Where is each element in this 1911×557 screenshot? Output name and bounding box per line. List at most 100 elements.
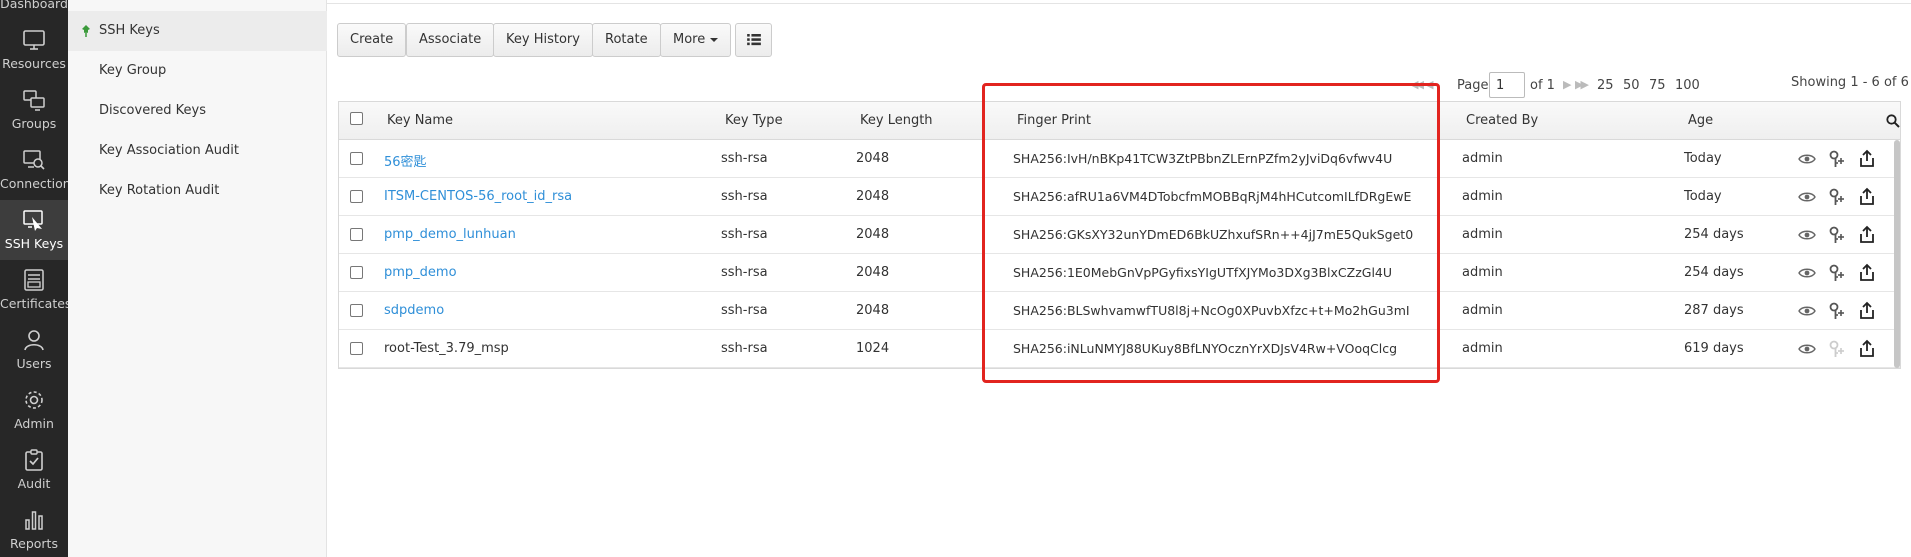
page-number-input[interactable]: [1489, 72, 1525, 98]
key-name-cell[interactable]: sdpdemo: [384, 303, 444, 318]
subnav-label: Discovered Keys: [99, 103, 206, 118]
key-length-cell: 2048: [856, 303, 890, 318]
rotate-button[interactable]: Rotate: [592, 23, 661, 57]
list-icon: [747, 34, 761, 46]
export-icon[interactable]: [1857, 149, 1877, 169]
key-history-button[interactable]: Key History: [493, 23, 593, 57]
view-icon[interactable]: [1797, 339, 1817, 359]
page-of-label: of 1: [1530, 78, 1555, 93]
table-scrollbar[interactable]: [1894, 140, 1900, 368]
key-name-cell[interactable]: pmp_demo_lunhuan: [384, 227, 516, 242]
pin-icon: [82, 25, 90, 37]
associate-key-icon[interactable]: [1827, 149, 1847, 169]
certificate-icon: [24, 269, 44, 291]
associate-key-icon[interactable]: [1827, 187, 1847, 207]
caret-down-icon: [710, 37, 719, 42]
created-by-cell: admin: [1462, 151, 1503, 166]
page-label: Page: [1457, 78, 1489, 93]
nav-item-reports[interactable]: Reports: [0, 500, 68, 557]
connection-icon: [23, 150, 45, 170]
last-page-icon[interactable]: ▶▶: [1575, 78, 1589, 91]
subnav-item-key-group[interactable]: Key Group: [68, 51, 327, 91]
groups-icon: [23, 90, 45, 111]
nav-item-certificates[interactable]: Certificates: [0, 260, 72, 320]
col-key-name[interactable]: Key Name: [387, 113, 453, 128]
next-page-icon[interactable]: ▶: [1563, 78, 1572, 91]
key-type-cell: ssh-rsa: [721, 265, 768, 280]
key-length-cell: 2048: [856, 151, 890, 166]
nav-label: Admin: [14, 416, 54, 431]
associate-key-icon[interactable]: [1827, 339, 1847, 359]
key-name-cell: root-Test_3.79_msp: [384, 341, 509, 356]
nav-item-ssh-keys[interactable]: SSH Keys: [0, 200, 68, 260]
view-icon[interactable]: [1797, 301, 1817, 321]
row-checkbox[interactable]: [350, 152, 363, 165]
col-key-type[interactable]: Key Type: [725, 113, 783, 128]
nav-item-groups[interactable]: Groups: [0, 80, 68, 140]
associate-key-icon[interactable]: [1827, 263, 1847, 283]
row-checkbox[interactable]: [350, 304, 363, 317]
export-icon[interactable]: [1857, 339, 1877, 359]
key-type-cell: ssh-rsa: [721, 341, 768, 356]
key-name-cell[interactable]: ITSM-CENTOS-56_root_id_rsa: [384, 189, 572, 204]
subnav-label: Key Group: [99, 63, 167, 78]
create-button[interactable]: Create: [337, 23, 407, 57]
subnav-item-key-association-audit[interactable]: Key Association Audit: [68, 131, 327, 171]
row-checkbox[interactable]: [350, 228, 363, 241]
associate-key-icon[interactable]: [1827, 301, 1847, 321]
select-all-checkbox[interactable]: [350, 112, 363, 125]
nav-label: Users: [16, 356, 52, 371]
row-checkbox[interactable]: [350, 190, 363, 203]
age-cell: 254 days: [1684, 265, 1744, 280]
subnav-item-ssh-keys[interactable]: SSH Keys: [68, 11, 327, 51]
finger-print-highlight: [982, 83, 1440, 383]
main-nav: Dashboard Resources Groups Connection SS…: [0, 0, 72, 557]
ssh-keys-icon: [23, 210, 43, 231]
row-actions: [1797, 225, 1887, 245]
export-icon[interactable]: [1857, 187, 1877, 207]
nav-label: Resources: [2, 56, 66, 71]
more-button[interactable]: More: [660, 23, 732, 57]
page-size-50[interactable]: 50: [1623, 78, 1640, 93]
page-size-75[interactable]: 75: [1649, 78, 1666, 93]
age-cell: 287 days: [1684, 303, 1744, 318]
created-by-cell: admin: [1462, 227, 1503, 242]
nav-item-connection[interactable]: Connection: [0, 140, 71, 200]
key-name-cell[interactable]: pmp_demo: [384, 265, 457, 280]
view-icon[interactable]: [1797, 225, 1817, 245]
clipboard-check-icon: [25, 449, 43, 471]
key-type-cell: ssh-rsa: [721, 303, 768, 318]
subnav-item-key-rotation-audit[interactable]: Key Rotation Audit: [68, 171, 327, 211]
nav-item-dashboard[interactable]: Dashboard: [0, 0, 68, 11]
nav-label: SSH Keys: [4, 236, 64, 251]
nav-item-admin[interactable]: Admin: [0, 380, 68, 440]
export-icon[interactable]: [1857, 301, 1877, 321]
view-icon[interactable]: [1797, 263, 1817, 283]
row-checkbox[interactable]: [350, 266, 363, 279]
age-cell: 619 days: [1684, 341, 1744, 356]
associate-key-icon[interactable]: [1827, 225, 1847, 245]
subnav-item-discovered-keys[interactable]: Discovered Keys: [68, 91, 327, 131]
nav-label: Connection: [0, 176, 71, 191]
nav-item-resources[interactable]: Resources: [0, 20, 68, 80]
col-key-length[interactable]: Key Length: [860, 113, 933, 128]
search-icon[interactable]: [1886, 114, 1900, 128]
key-name-cell[interactable]: 56密匙: [384, 151, 427, 170]
nav-item-audit[interactable]: Audit: [0, 440, 68, 500]
export-icon[interactable]: [1857, 225, 1877, 245]
row-actions: [1797, 339, 1887, 359]
nav-label: Certificates: [0, 296, 72, 311]
col-age[interactable]: Age: [1688, 113, 1713, 128]
view-icon[interactable]: [1797, 187, 1817, 207]
row-checkbox[interactable]: [350, 342, 363, 355]
nav-item-users[interactable]: Users: [0, 320, 68, 380]
page-size-25[interactable]: 25: [1597, 78, 1614, 93]
view-icon[interactable]: [1797, 149, 1817, 169]
col-created-by[interactable]: Created By: [1466, 113, 1538, 128]
created-by-cell: admin: [1462, 265, 1503, 280]
column-chooser-button[interactable]: [735, 23, 772, 57]
page-size-100[interactable]: 100: [1675, 78, 1700, 93]
subnav-label: Key Association Audit: [99, 143, 239, 158]
associate-button[interactable]: Associate: [406, 23, 495, 57]
export-icon[interactable]: [1857, 263, 1877, 283]
